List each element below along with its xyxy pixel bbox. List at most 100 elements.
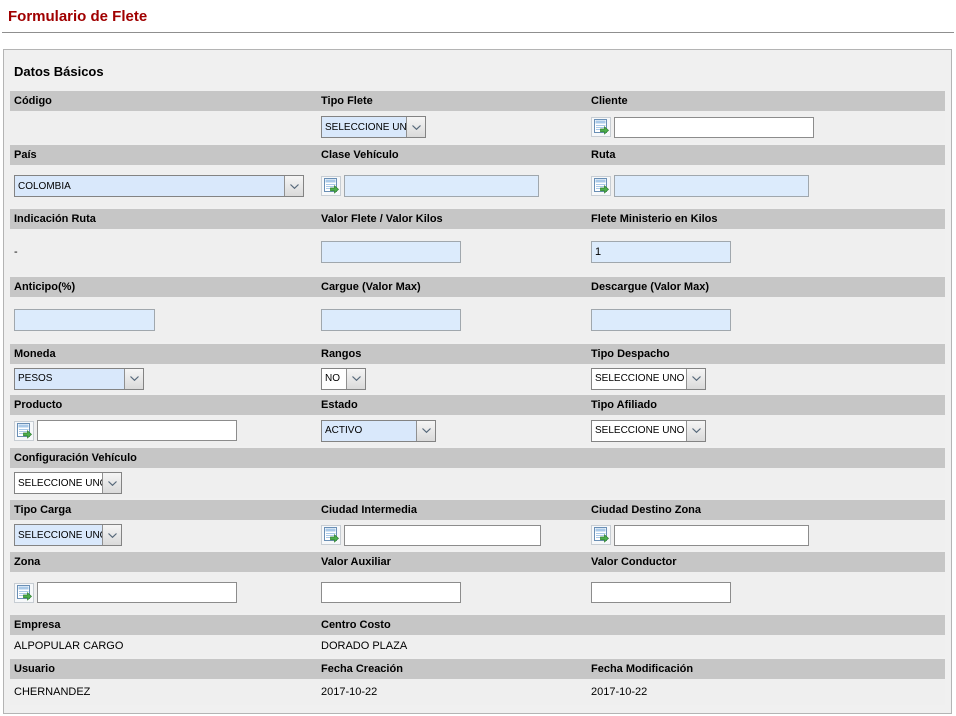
cliente-lookup-icon[interactable] [591, 117, 611, 137]
ciudad-intermedia-lookup-icon[interactable] [321, 525, 341, 545]
pais-label: País [10, 149, 317, 161]
clase-vehiculo-input[interactable] [344, 175, 539, 197]
field-group-empresa-centrocosto: Empresa Centro Costo ALPOPULAR CARGO DOR… [10, 615, 945, 657]
tipo-despacho-select[interactable]: SELECCIONE UNO [591, 368, 706, 390]
tipo-despacho-label: Tipo Despacho [587, 348, 945, 360]
chevron-down-icon [124, 369, 143, 389]
codigo-label: Código [10, 95, 317, 107]
ciudad-intermedia-input[interactable] [344, 525, 541, 546]
rangos-select[interactable]: NO [321, 368, 366, 390]
tipo-despacho-selected-value: SELECCIONE UNO [592, 369, 686, 389]
chevron-down-icon [686, 421, 705, 441]
indicacion-ruta-label: Indicación Ruta [10, 213, 317, 225]
ciudad-destino-zona-label: Ciudad Destino Zona [587, 504, 945, 516]
tipo-carga-label: Tipo Carga [10, 504, 317, 516]
estado-selected-value: ACTIVO [322, 421, 416, 441]
cliente-label: Cliente [587, 95, 945, 107]
chevron-down-icon [686, 369, 705, 389]
field-group-pais-clasevehiculo-ruta: País Clase Vehículo Ruta COLOMBIA [10, 145, 945, 207]
field-group-producto-estado-tipoafiliado: Producto Estado Tipo Afiliado ACTIVO S [10, 395, 945, 446]
page-header: Formulario de Flete [0, 0, 956, 25]
moneda-selected-value: PESOS [15, 369, 124, 389]
tipo-flete-select[interactable]: SELECCIONE UNO [321, 116, 426, 138]
clase-vehiculo-label: Clase Vehículo [317, 149, 587, 161]
estado-label: Estado [317, 399, 587, 411]
chevron-down-icon [102, 525, 121, 545]
producto-label: Producto [10, 399, 317, 411]
valor-flete-label: Valor Flete / Valor Kilos [317, 213, 587, 225]
descargue-input[interactable] [591, 309, 731, 331]
tipo-carga-selected-value: SELECCIONE UNO [15, 525, 102, 545]
datos-basicos-panel: Datos Básicos Código Tipo Flete Cliente … [3, 49, 952, 714]
pais-select[interactable]: COLOMBIA [14, 175, 304, 197]
chevron-down-icon [284, 176, 303, 196]
rangos-label: Rangos [317, 348, 587, 360]
page-title: Formulario de Flete [8, 8, 948, 25]
field-group-indicacion-valorflete-fleteministerio: Indicación Ruta Valor Flete / Valor Kilo… [10, 209, 945, 275]
ciudad-intermedia-label: Ciudad Intermedia [317, 504, 587, 516]
configuracion-vehiculo-selected-value: SELECCIONE UNO [15, 473, 102, 493]
rangos-selected-value: NO [322, 369, 346, 389]
ciudad-destino-zona-lookup-icon[interactable] [591, 525, 611, 545]
moneda-select[interactable]: PESOS [14, 368, 144, 390]
field-group-zona-valores: Zona Valor Auxiliar Valor Conductor [10, 552, 945, 613]
anticipo-input[interactable] [14, 309, 155, 331]
tipo-flete-label: Tipo Flete [317, 95, 587, 107]
pais-selected-value: COLOMBIA [15, 176, 284, 196]
flete-ministerio-input[interactable] [591, 241, 731, 263]
zona-lookup-icon[interactable] [14, 583, 34, 603]
indicacion-ruta-value: - [10, 246, 317, 258]
tipo-carga-select[interactable]: SELECCIONE UNO [14, 524, 122, 546]
header-divider [2, 32, 954, 33]
empresa-value: ALPOPULAR CARGO [10, 640, 317, 652]
empresa-label: Empresa [10, 619, 317, 631]
tipo-afiliado-selected-value: SELECCIONE UNO [592, 421, 686, 441]
clase-vehiculo-lookup-icon[interactable] [321, 176, 341, 196]
tipo-afiliado-label: Tipo Afiliado [587, 399, 945, 411]
field-group-codigo-tipoflete-cliente: Código Tipo Flete Cliente SELECCIONE UNO [10, 91, 945, 143]
fecha-creacion-label: Fecha Creación [317, 663, 587, 675]
field-group-tipocarga-ciudades: Tipo Carga Ciudad Intermedia Ciudad Dest… [10, 500, 945, 550]
valor-auxiliar-label: Valor Auxiliar [317, 556, 587, 568]
ruta-label: Ruta [587, 149, 945, 161]
ruta-lookup-icon[interactable] [591, 176, 611, 196]
producto-lookup-icon[interactable] [14, 421, 34, 441]
flete-ministerio-label: Flete Ministerio en Kilos [587, 213, 945, 225]
valor-conductor-label: Valor Conductor [587, 556, 945, 568]
valor-flete-input[interactable] [321, 241, 461, 263]
zona-input[interactable] [37, 582, 237, 603]
fecha-modificacion-value: 2017-10-22 [587, 686, 945, 698]
valor-auxiliar-input[interactable] [321, 582, 461, 603]
chevron-down-icon [416, 421, 435, 441]
descargue-label: Descargue (Valor Max) [587, 281, 945, 293]
field-group-configuracion-vehiculo: Configuración Vehículo SELECCIONE UNO [10, 448, 945, 498]
configuracion-vehiculo-select[interactable]: SELECCIONE UNO [14, 472, 122, 494]
centro-costo-label: Centro Costo [317, 619, 587, 631]
field-group-anticipo-cargue-descargue: Anticipo(%) Cargue (Valor Max) Descargue… [10, 277, 945, 342]
usuario-value: CHERNANDEZ [10, 686, 317, 698]
panel-title: Datos Básicos [4, 50, 951, 91]
fecha-modificacion-label: Fecha Modificación [587, 663, 945, 675]
chevron-down-icon [102, 473, 121, 493]
cargue-input[interactable] [321, 309, 461, 331]
tipo-afiliado-select[interactable]: SELECCIONE UNO [591, 420, 706, 442]
ruta-input[interactable] [614, 175, 809, 197]
moneda-label: Moneda [10, 348, 317, 360]
estado-select[interactable]: ACTIVO [321, 420, 436, 442]
configuracion-vehiculo-label: Configuración Vehículo [10, 452, 945, 464]
field-group-usuario-fechas: Usuario Fecha Creación Fecha Modificació… [10, 659, 945, 705]
ciudad-destino-zona-input[interactable] [614, 525, 809, 546]
valor-conductor-input[interactable] [591, 582, 731, 603]
anticipo-label: Anticipo(%) [10, 281, 317, 293]
chevron-down-icon [406, 117, 425, 137]
cargue-label: Cargue (Valor Max) [317, 281, 587, 293]
centro-costo-value: DORADO PLAZA [317, 640, 587, 652]
fecha-creacion-value: 2017-10-22 [317, 686, 587, 698]
producto-input[interactable] [37, 420, 237, 441]
field-group-moneda-rangos-tipodespacho: Moneda Rangos Tipo Despacho PESOS NO SEL… [10, 344, 945, 393]
zona-label: Zona [10, 556, 317, 568]
cliente-input[interactable] [614, 117, 814, 138]
tipo-flete-selected-value: SELECCIONE UNO [322, 117, 406, 137]
chevron-down-icon [346, 369, 365, 389]
usuario-label: Usuario [10, 663, 317, 675]
